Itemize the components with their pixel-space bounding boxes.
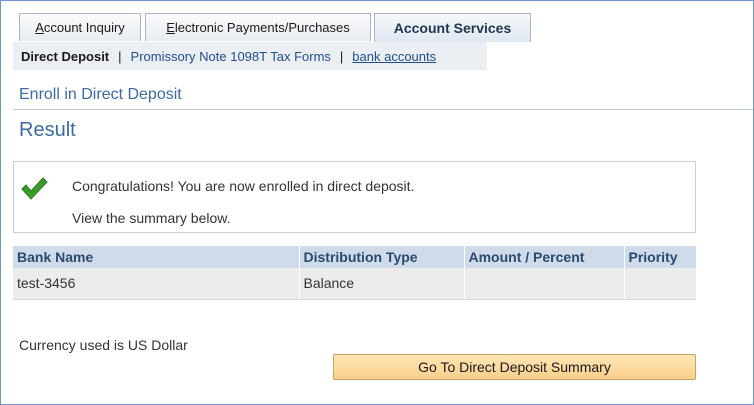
cell-amount-percent: [464, 268, 625, 300]
tab-account-services-label: Account Services: [393, 20, 512, 36]
cell-priority: [624, 268, 696, 300]
tab-account-inquiry[interactable]: Account Inquiry: [19, 13, 141, 41]
confirmation-message: Congratulations! You are now enrolled in…: [72, 178, 415, 194]
table-row: test-3456 Balance: [13, 268, 696, 300]
tab-account-inquiry-label: ccount Inquiry: [43, 20, 125, 35]
table-header-row: Bank Name Distribution Type Amount / Per…: [13, 246, 696, 268]
deposit-summary-table: Bank Name Distribution Type Amount / Per…: [13, 246, 696, 300]
subnav-separator: |: [118, 48, 122, 64]
tab-account-inquiry-accesskey: A: [35, 20, 44, 35]
go-to-summary-button[interactable]: Go To Direct Deposit Summary: [333, 354, 696, 380]
checkmark-icon: [21, 177, 48, 200]
subnav-direct-deposit: Direct Deposit: [21, 48, 110, 64]
heading-divider: [13, 109, 753, 110]
cell-bank-name: test-3456: [13, 268, 300, 300]
result-title: Result: [19, 119, 76, 141]
cell-distribution-type: Balance: [299, 268, 465, 300]
confirmation-message-box: Congratulations! You are now enrolled in…: [13, 161, 696, 233]
page-frame: Account Inquiry Electronic Payments/Purc…: [0, 0, 754, 405]
tab-electronic-payments-accesskey: E: [166, 20, 175, 35]
column-header-priority: Priority: [624, 246, 696, 268]
sub-navigation: Direct Deposit | Promissory Note 1098T T…: [13, 42, 487, 70]
column-header-amount-percent: Amount / Percent: [464, 246, 625, 268]
currency-note: Currency used is US Dollar: [19, 337, 188, 353]
tab-electronic-payments[interactable]: Electronic Payments/Purchases: [145, 13, 371, 41]
tab-bar: Account Inquiry Electronic Payments/Purc…: [1, 1, 753, 43]
tab-electronic-payments-label: lectronic Payments/Purchases: [174, 20, 350, 35]
tab-account-services[interactable]: Account Services: [374, 13, 531, 42]
summary-hint: View the summary below.: [72, 210, 231, 226]
column-header-distribution-type: Distribution Type: [299, 246, 465, 268]
column-header-bank-name: Bank Name: [13, 246, 300, 268]
subnav-separator: |: [339, 48, 344, 64]
subnav-link-tax-forms[interactable]: Promissory Note 1098T Tax Forms: [131, 49, 331, 64]
page-title: Enroll in Direct Deposit: [19, 86, 182, 103]
subnav-link-bank-accounts[interactable]: bank accounts: [352, 49, 436, 64]
